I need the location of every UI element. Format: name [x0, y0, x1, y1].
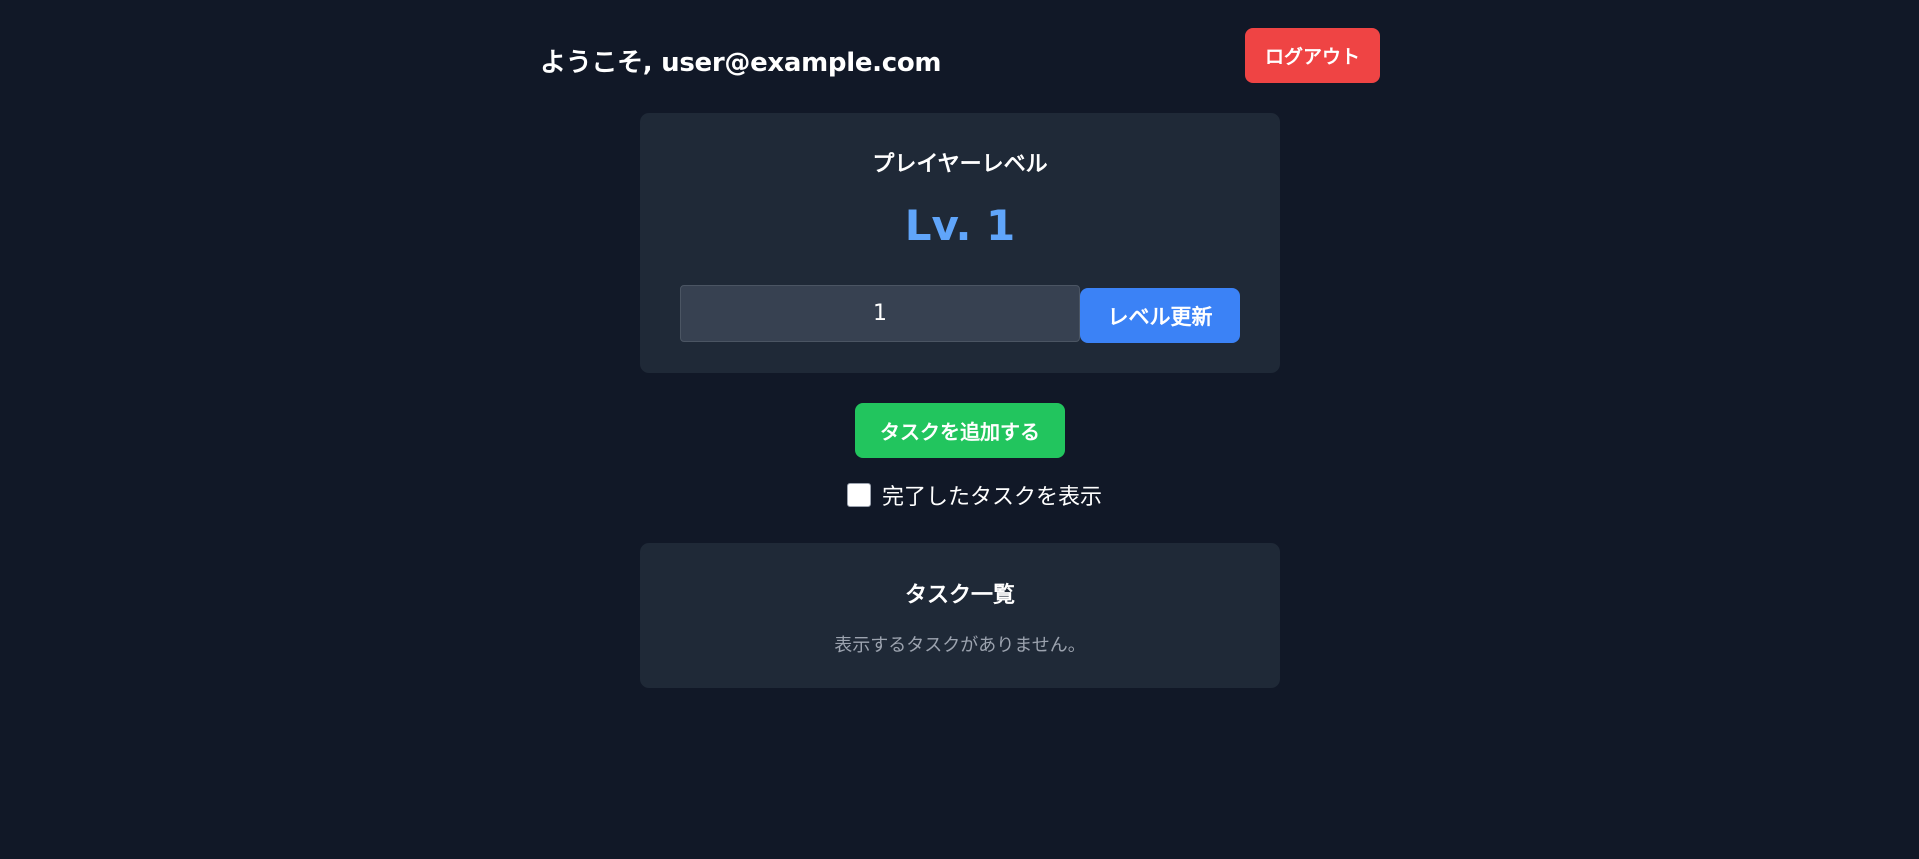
empty-task-message: 表示するタスクがありません。: [834, 635, 1086, 656]
add-task-button[interactable]: タスクを追加する: [855, 403, 1065, 458]
player-level-title: プレイヤーレベル: [872, 152, 1048, 177]
task-list-title: タスク一覧: [904, 583, 1015, 608]
welcome-message: ようこそ, user@example.com: [540, 48, 942, 78]
show-completed-checkbox[interactable]: [847, 483, 871, 507]
header: ようこそ, user@example.com ログアウト: [540, 28, 1380, 84]
task-list-card: タスク一覧 表示するタスクがありません。: [640, 543, 1280, 688]
show-completed-toggle[interactable]: 完了したタスクを表示: [847, 482, 1103, 510]
update-level-button[interactable]: レベル更新: [1080, 288, 1240, 343]
player-level-card: プレイヤーレベル Lv. 1 レベル更新: [640, 113, 1280, 373]
show-completed-label: 完了したタスクを表示: [882, 485, 1103, 510]
logout-button[interactable]: ログアウト: [1245, 28, 1380, 83]
app-root: ようこそ, user@example.com ログアウト プレイヤーレベル Lv…: [0, 0, 1919, 859]
level-input[interactable]: [680, 285, 1080, 342]
level-display: Lv. 1: [904, 201, 1016, 250]
